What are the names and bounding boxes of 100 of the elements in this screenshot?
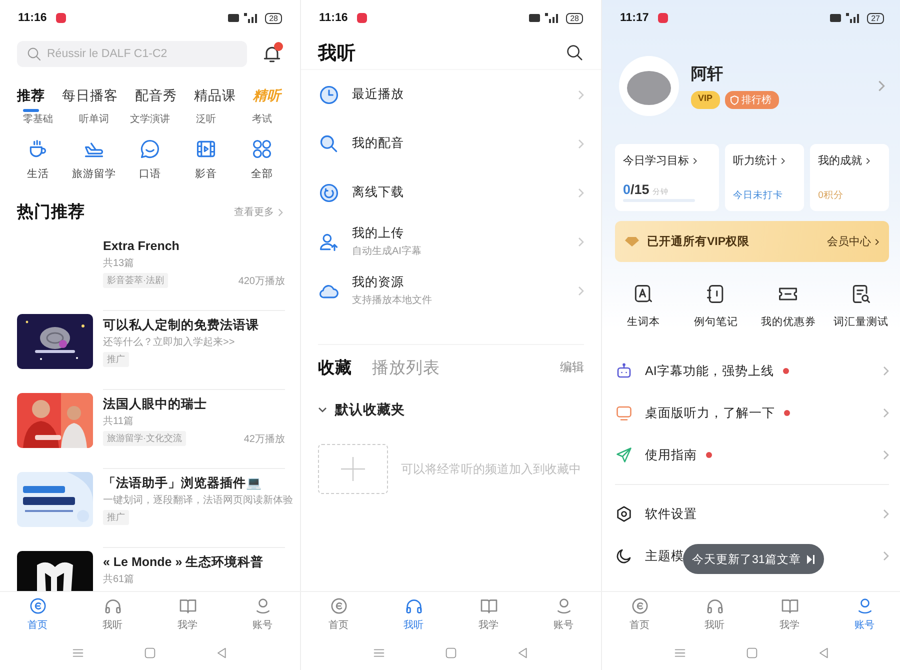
folder-toggle[interactable]: 默认收藏夹 <box>301 394 601 426</box>
category-button[interactable]: 影音 <box>178 128 234 192</box>
category-button[interactable]: 口语 <box>122 128 178 192</box>
category-tab[interactable]: 精品课 <box>194 87 236 112</box>
tag: 影音荟萃·法剧 <box>103 273 168 288</box>
magnifier-icon <box>318 132 340 154</box>
robot-icon <box>615 362 633 380</box>
vip-badge: VIP <box>691 90 720 108</box>
chevron-icon <box>883 551 889 561</box>
category-button[interactable]: 旅游留学 <box>66 128 122 192</box>
card-title: 今日学习目标 <box>623 154 689 168</box>
nav-tab[interactable]: 我听 <box>376 592 451 635</box>
plus-icon <box>340 456 366 482</box>
home-icon <box>630 596 650 616</box>
stat-card[interactable]: 听力统计 今日未打卡 <box>725 144 804 211</box>
tool-button[interactable]: 生词本 <box>607 283 680 329</box>
menu-item[interactable]: 我的资源 支持播放本地文件 <box>301 266 601 315</box>
tag: 推广 <box>103 352 129 367</box>
tool-button[interactable]: 词汇量测试 <box>824 283 897 329</box>
add-button[interactable] <box>318 444 388 494</box>
toast: 今天更新了31篇文章 <box>683 544 824 574</box>
skip-icon <box>806 554 815 564</box>
menu-item[interactable]: 我的配音 <box>301 119 601 168</box>
hd-icon <box>529 14 540 22</box>
category-button[interactable]: 生活 <box>10 128 66 192</box>
nav-tab[interactable]: 我学 <box>150 592 225 635</box>
page-title: 我听 <box>318 41 356 65</box>
menu-item[interactable]: 最近播放 <box>301 70 601 119</box>
item-subtitle: 共11篇 <box>103 416 134 427</box>
settings-icon <box>615 505 633 523</box>
home-icon <box>28 596 48 616</box>
menu-item[interactable]: 我的上传 自动生成AI字幕 <box>301 217 601 266</box>
category-button[interactable]: 全部 <box>234 128 290 192</box>
item-title: 「法语助手」浏览器插件💻 <box>103 475 263 492</box>
item-title: 法国人眼中的瑞士 <box>103 396 208 413</box>
hd-icon <box>830 14 842 22</box>
chevron-icon <box>278 208 283 216</box>
app-icon <box>356 13 367 23</box>
subcategory-link[interactable]: 文学演讲 <box>122 112 178 128</box>
nav-tab[interactable]: 首页 <box>301 592 376 635</box>
chevron-icon <box>578 138 584 148</box>
member-center-link[interactable]: 会员中心 <box>827 234 879 249</box>
diamond-icon <box>625 236 639 247</box>
goal-progress-value: 0 <box>623 182 631 197</box>
tag: 推广 <box>103 510 129 525</box>
nav-tab[interactable]: 我听 <box>75 592 150 635</box>
edit-button[interactable]: 编辑 <box>560 359 584 376</box>
stat-note: 今日未打卡 <box>733 189 784 202</box>
nav-tab[interactable]: 账号 <box>827 592 900 635</box>
item-subtitle: 还等什么？立即加入学起来>> <box>103 337 235 348</box>
home-icon <box>328 596 348 616</box>
vip-banner: 已开通所有VIP权限 会员中心 <box>615 221 889 262</box>
menu-item[interactable]: 使用指南 <box>602 434 900 476</box>
tool-button[interactable]: 我的优惠券 <box>752 283 824 329</box>
moon-icon <box>615 547 633 565</box>
search-icon <box>565 43 584 62</box>
nav-tab[interactable]: 账号 <box>526 592 601 635</box>
menu-item[interactable]: AI字幕功能，强势上线 <box>602 350 900 392</box>
chevron-icon <box>578 90 584 100</box>
nav-tab[interactable]: 我学 <box>451 592 526 635</box>
stat-card[interactable]: 我的成就 0积分 <box>810 144 889 211</box>
chevron-icon <box>883 366 889 376</box>
chevron-icon <box>578 236 584 246</box>
app-icon <box>56 13 66 23</box>
subcategory-link[interactable]: 零基础 <box>10 112 66 128</box>
category-tab[interactable]: 配音秀 <box>135 87 177 112</box>
user-name: 阿轩 <box>691 64 724 84</box>
category-tab[interactable]: 每日播客 <box>62 87 118 112</box>
hd-icon <box>228 14 240 22</box>
word-book-icon <box>632 283 654 305</box>
chevron-icon <box>883 450 889 460</box>
item-subtitle: 一键划词，逐段翻译，法语网页阅读新体验 <box>103 495 293 506</box>
collection-tab[interactable]: 收藏 <box>318 356 352 378</box>
category-tab[interactable]: 推荐 <box>17 87 45 112</box>
chevron-icon <box>781 156 786 164</box>
monitor-icon <box>615 404 633 422</box>
clock-time: 11:17 <box>620 12 649 24</box>
chevron-icon <box>878 80 885 92</box>
subcategory-link[interactable]: 听单词 <box>66 112 122 128</box>
nav-tab[interactable]: 我学 <box>752 592 827 635</box>
nav-tab[interactable]: 首页 <box>602 592 677 635</box>
search-icon <box>26 46 42 62</box>
menu-item[interactable]: 软件设置 <box>602 493 900 535</box>
menu-item[interactable]: 桌面版听力，了解一下 <box>602 392 900 434</box>
search-field[interactable]: Réussir le DALF C1-C2 <box>17 41 247 67</box>
chevron-icon <box>578 286 584 296</box>
play-count: 42万播放 <box>244 432 285 446</box>
stat-note: 0积分 <box>818 189 844 202</box>
tool-button[interactable]: 例句笔记 <box>680 283 752 329</box>
nav-tab[interactable]: 我听 <box>677 592 752 635</box>
menu-item[interactable]: 离线下载 <box>301 168 601 217</box>
section-title: 热门推荐 <box>17 202 85 223</box>
subcategory-link[interactable]: 泛听 <box>178 112 234 128</box>
item-subtitle: 共61篇 <box>103 574 134 585</box>
nav-tab[interactable]: 账号 <box>225 592 300 635</box>
nav-tab[interactable]: 首页 <box>0 592 75 635</box>
empty-hint: 可以将经常听的频道加入到收藏中 <box>401 460 581 478</box>
card-title: 我的成就 <box>818 154 862 168</box>
clock-time: 11:16 <box>319 12 348 24</box>
subcategory-link[interactable]: 考试 <box>234 112 290 128</box>
